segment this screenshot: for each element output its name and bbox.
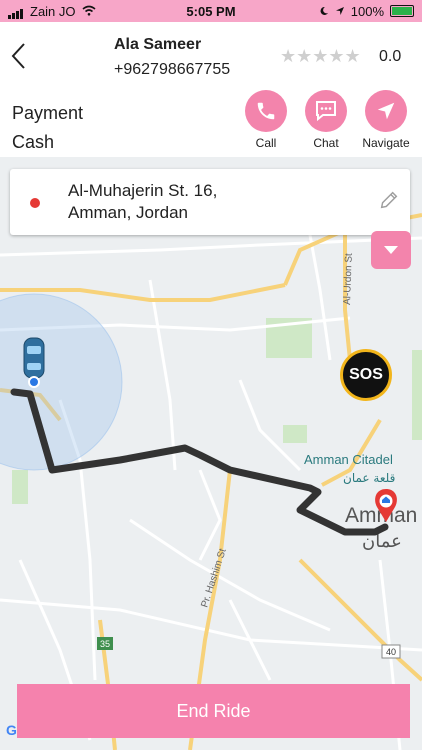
edit-pencil-icon[interactable] (378, 189, 400, 216)
driver-phone: +962798667755 (114, 61, 231, 78)
navigate-label: Navigate (362, 136, 410, 150)
navigate-icon (365, 90, 407, 132)
wifi-icon (82, 4, 96, 19)
citadel-arabic-label: قلعة عمان (343, 471, 395, 485)
destination-line-2: Amman, Jordan (68, 203, 188, 222)
destination-dot-icon (30, 198, 40, 208)
payment-label: Payment (12, 103, 84, 123)
status-bar: Zain JO 5:05 PM 100% (0, 0, 422, 22)
carrier-label: Zain JO (30, 3, 76, 19)
navigate-button[interactable]: Navigate (356, 90, 416, 150)
sos-button[interactable]: SOS (340, 349, 392, 401)
map-view[interactable]: 35 40 Pr. Hashim St Al-Urdon St Amman Ci… (0, 157, 422, 750)
status-right: 100% (319, 4, 422, 19)
chat-button[interactable]: Chat (296, 90, 356, 150)
call-button[interactable]: Call (236, 90, 296, 150)
ride-header: Ala Sameer +962798667755 ★★★★★ 0.0 Payme… (0, 22, 422, 157)
chat-icon (305, 90, 347, 132)
destination-card[interactable]: Al-Muhajerin St. 16, Amman, Jordan (10, 169, 410, 235)
call-label: Call (255, 136, 277, 150)
route-35-label: 35 (100, 639, 110, 649)
battery-icon (390, 5, 414, 17)
route-40-label: 40 (386, 647, 396, 657)
driver-name: Ala Sameer (114, 36, 202, 53)
destination-address: Al-Muhajerin St. 16, Amman, Jordan (68, 180, 217, 224)
chat-label: Chat (313, 136, 339, 150)
phone-icon (245, 90, 287, 132)
end-ride-button[interactable]: End Ride (17, 684, 410, 738)
rating-stars: ★★★★★ (280, 46, 361, 66)
chevron-down-icon (384, 246, 398, 254)
signal-icon (8, 4, 24, 19)
destination-line-1: Al-Muhajerin St. 16, (68, 181, 218, 200)
battery-percent: 100% (350, 3, 384, 19)
back-button[interactable] (10, 42, 26, 74)
status-left: Zain JO (0, 4, 96, 19)
google-logo: G (6, 722, 17, 738)
expand-dropdown-button[interactable] (371, 231, 411, 269)
payment-method: Cash (12, 132, 55, 152)
street-urdon-label: Al-Urdon St (342, 253, 355, 305)
location-arrow-icon (335, 4, 345, 19)
citadel-label: Amman Citadel (304, 452, 393, 467)
rating-value: 0.0 (379, 48, 402, 65)
moon-icon (319, 4, 329, 19)
